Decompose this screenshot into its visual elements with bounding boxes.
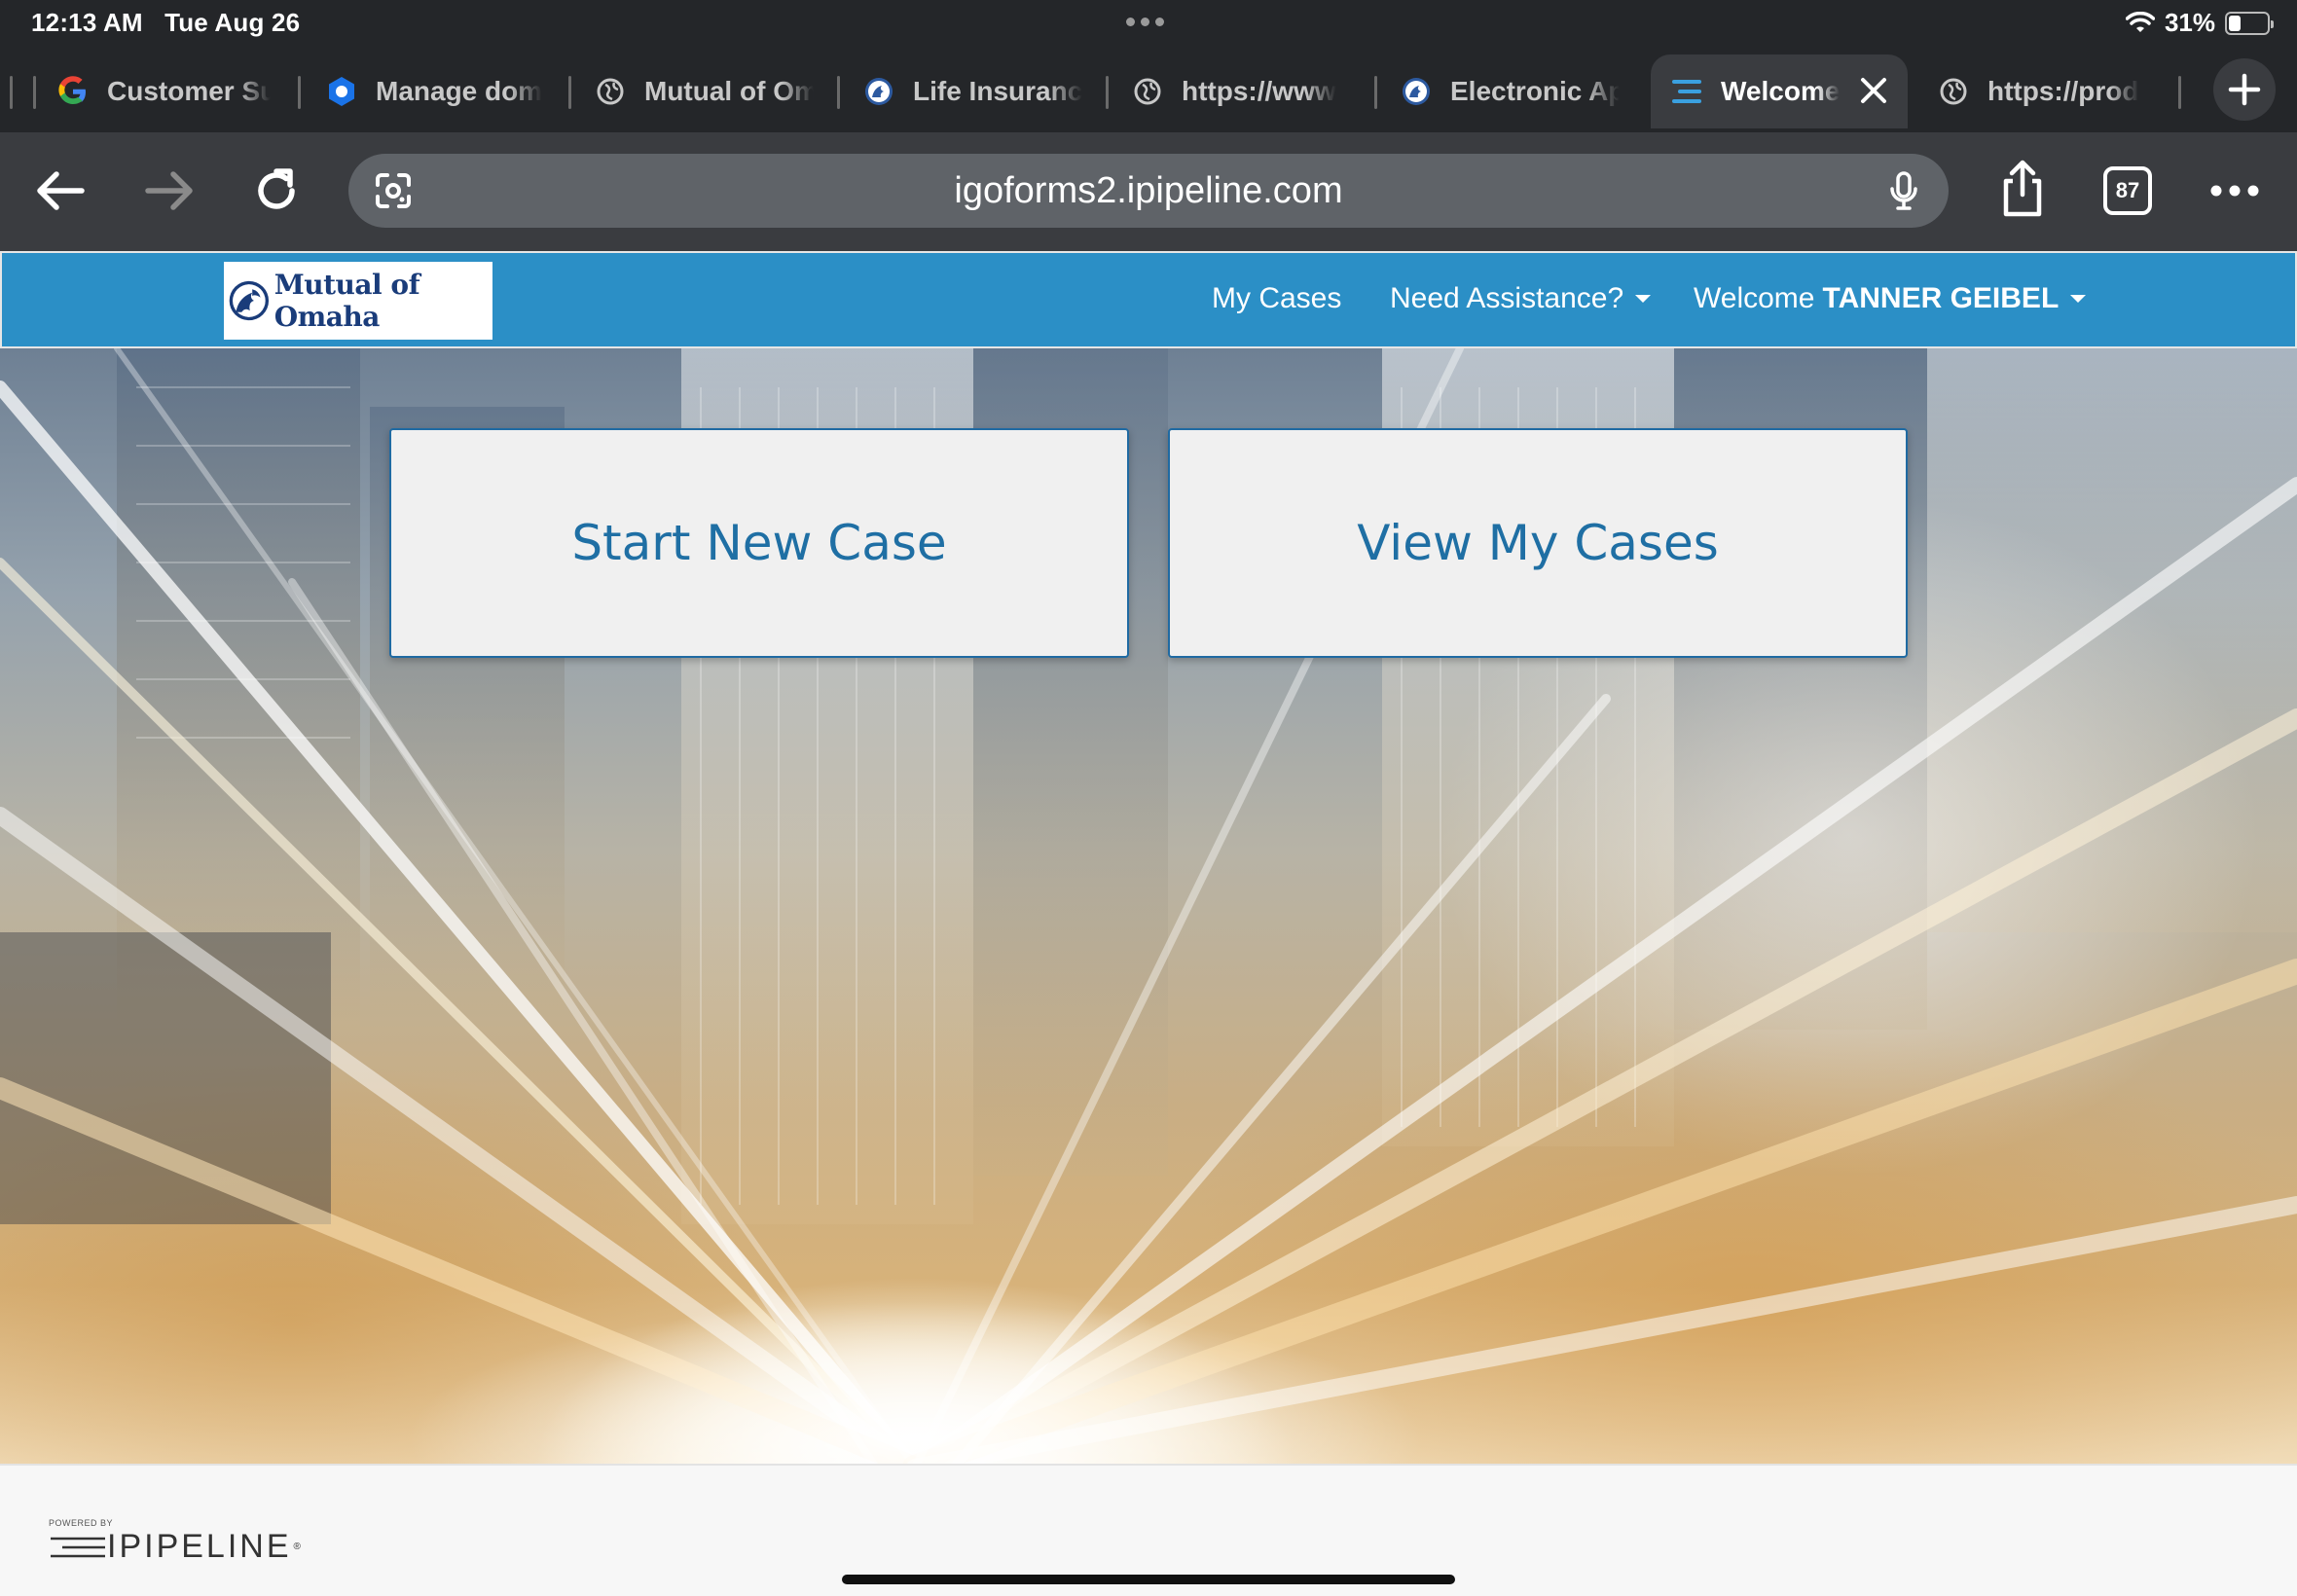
ipipeline-lines-icon: [51, 1537, 105, 1557]
site-header: Mutual of Omaha My Cases Need Assistance…: [0, 251, 2297, 348]
forward-button[interactable]: [140, 162, 199, 220]
tab-customer-support[interactable]: Customer Su: [56, 54, 271, 128]
nav-need-assistance-dropdown[interactable]: Need Assistance?: [1390, 282, 1652, 315]
caret-down-icon: [1635, 295, 1652, 303]
caret-down-icon: [2070, 295, 2087, 303]
ipipeline-brand: IPIPELINE ®: [49, 1528, 304, 1566]
more-menu-button[interactable]: [2206, 162, 2264, 220]
status-indicators: 31%: [2125, 8, 2274, 38]
back-button[interactable]: [31, 162, 90, 220]
forward-arrow-icon: [145, 171, 193, 210]
multitask-dots-icon[interactable]: [1126, 18, 1164, 26]
tab-electronic-application[interactable]: Electronic Ap: [1400, 54, 1620, 128]
blue-gear-icon: [325, 75, 358, 108]
globe-icon: [1131, 75, 1164, 108]
status-bar: 12:13 AM Tue Aug 26 31%: [0, 0, 2297, 47]
back-arrow-icon: [37, 171, 85, 210]
logo-text: Mutual of Omaha: [273, 269, 420, 333]
lion-logo-icon: [1400, 75, 1433, 108]
user-name: TANNER GEIBEL: [1822, 282, 2060, 314]
wifi-icon: [2125, 11, 2155, 32]
powered-by-label: POWERED BY: [49, 1518, 114, 1528]
tab-https-www[interactable]: https://www: [1131, 54, 1351, 128]
hero-background: Start New Case View My Cases: [0, 348, 2297, 1464]
address-bar[interactable]: igoforms2.ipipeline.com: [348, 154, 1949, 228]
status-time: 12:13 AM Tue Aug 26: [31, 8, 301, 37]
battery-icon: [2225, 11, 2274, 35]
battery-percent: 31%: [2164, 8, 2215, 37]
globe-icon: [594, 75, 627, 108]
tab-welcome[interactable]: Welcome: [1651, 54, 1908, 128]
tab-mutual-of-omaha[interactable]: Mutual of Om: [594, 54, 814, 128]
tab-switcher-button[interactable]: 87: [2098, 162, 2157, 220]
nav-my-cases[interactable]: My Cases: [1212, 282, 1341, 315]
tab-life-insurance[interactable]: Life Insuranc: [862, 54, 1082, 128]
browser-tab-bar: Customer Su Manage dom Mutual of Om Life…: [0, 47, 2297, 132]
tab-https-prod[interactable]: https://prod: [1937, 54, 2157, 128]
site-footer: POWERED BY IPIPELINE ®: [0, 1464, 2297, 1596]
start-new-case-button[interactable]: Start New Case: [389, 428, 1129, 658]
share-button[interactable]: [1991, 158, 2054, 220]
plus-icon: [2228, 73, 2261, 106]
home-indicator[interactable]: [842, 1575, 1455, 1584]
reload-icon: [258, 168, 295, 209]
reload-button[interactable]: [247, 162, 306, 220]
microphone-icon[interactable]: [1880, 167, 1927, 214]
view-my-cases-button[interactable]: View My Cases: [1168, 428, 1908, 658]
mutual-of-omaha-logo[interactable]: Mutual of Omaha: [224, 262, 492, 340]
city-light-trails-image: [0, 348, 2297, 1464]
google-icon: [56, 75, 90, 108]
tab-manage-domains[interactable]: Manage dom: [325, 54, 545, 128]
close-tab-icon[interactable]: [1857, 74, 1890, 107]
more-icon: [2210, 185, 2259, 197]
browser-toolbar: igoforms2.ipipeline.com 87: [0, 132, 2297, 251]
new-tab-button[interactable]: [2213, 58, 2276, 121]
powered-by-ipipeline-logo: POWERED BY IPIPELINE ®: [49, 1518, 304, 1566]
globe-icon: [1937, 75, 1970, 108]
lion-logo-icon: [229, 280, 270, 321]
tab-count: 87: [2103, 166, 2152, 215]
ipipeline-icon: [1670, 75, 1703, 108]
share-icon: [2003, 160, 2042, 217]
lion-logo-icon: [862, 75, 895, 108]
url-text: igoforms2.ipipeline.com: [954, 170, 1343, 211]
nav-user-menu-dropdown[interactable]: Welcome TANNER GEIBEL: [1694, 282, 2087, 315]
